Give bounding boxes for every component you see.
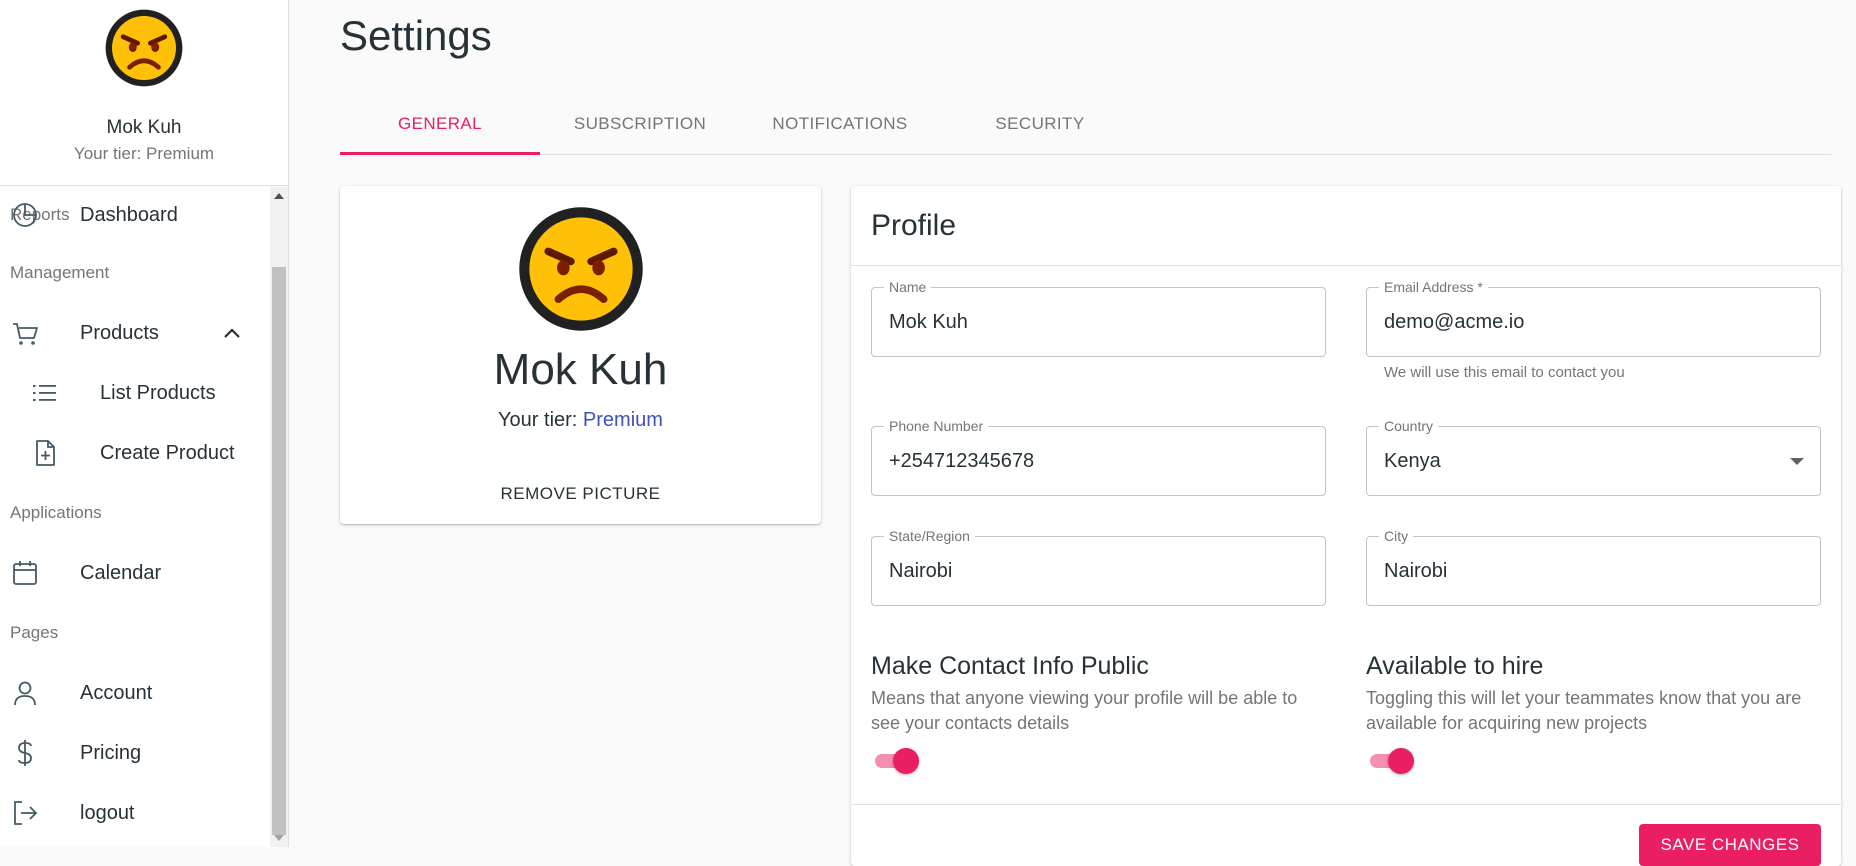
pie-chart-icon: [13, 203, 37, 227]
country-select[interactable]: Country Kenya: [1366, 418, 1821, 496]
country-label: Country: [1379, 418, 1439, 434]
country-value: Kenya: [1384, 450, 1441, 472]
logout-icon: [14, 801, 38, 825]
sidebar-item-dashboard[interactable]: Dashboard: [0, 191, 260, 239]
sidebar-item-label: Account: [80, 681, 153, 704]
settings-tabs: GENERAL SUBSCRIPTION NOTIFICATIONS SECUR…: [340, 96, 1831, 155]
cart-icon: [13, 323, 38, 345]
profile-avatar: [518, 207, 643, 331]
city-field[interactable]: City: [1366, 528, 1821, 606]
contact-public-toggle[interactable]: [871, 746, 921, 776]
form-divider: [851, 804, 1841, 805]
profile-form-card: Profile Name Email Address * We will use…: [851, 186, 1841, 866]
remove-picture-button[interactable]: REMOVE PICTURE: [490, 480, 670, 508]
sidebar-item-label: Calendar: [80, 561, 162, 584]
sidebar: Mok Kuh Your tier: Premium Reports Dashb…: [0, 0, 289, 847]
sidebar-item-account[interactable]: Account: [0, 669, 260, 717]
save-changes-button[interactable]: SAVE CHANGES: [1639, 824, 1821, 866]
phone-label: Phone Number: [884, 418, 989, 434]
profile-tier: Your tier: Premium: [340, 409, 821, 432]
section-applications: Applications: [10, 503, 102, 522]
name-label: Name: [884, 279, 932, 295]
contact-public-description: Means that anyone viewing your profile w…: [871, 688, 1298, 733]
state-input[interactable]: [889, 560, 1289, 583]
sidebar-item-label: Dashboard: [80, 203, 178, 226]
tab-notifications[interactable]: NOTIFICATIONS: [740, 96, 940, 155]
tier-label: Your tier:: [498, 409, 583, 431]
available-hire-description: Toggling this will let your teammates kn…: [1366, 688, 1802, 733]
state-label: State/Region: [884, 528, 975, 544]
state-field[interactable]: State/Region: [871, 528, 1326, 606]
city-input[interactable]: [1384, 560, 1784, 583]
sidebar-item-label: Pricing: [80, 741, 142, 764]
scrollbar-thumb[interactable]: [272, 267, 286, 835]
sidebar-item-products[interactable]: Products: [0, 309, 260, 357]
list-icon: [33, 385, 56, 401]
sidebar-item-label: Products: [80, 321, 159, 344]
available-hire-toggle[interactable]: [1366, 746, 1416, 776]
sidebar-profile: Mok Kuh Your tier: Premium: [0, 0, 288, 186]
sidebar-item-list-products[interactable]: List Products: [0, 369, 260, 417]
dropdown-arrow-icon[interactable]: [1790, 458, 1804, 465]
sidebar-nav: Reports Dashboard Management Products Li…: [0, 187, 270, 847]
tab-security[interactable]: SECURITY: [940, 96, 1140, 155]
name-input[interactable]: [889, 311, 1289, 334]
contact-public-title: Make Contact Info Public: [871, 652, 1149, 680]
profile-name: Mok Kuh: [493, 345, 668, 394]
sidebar-user-tier: Your tier: Premium: [73, 144, 215, 163]
sidebar-item-label: logout: [80, 801, 135, 824]
calendar-icon: [13, 561, 37, 585]
sidebar-user-name: Mok Kuh: [106, 117, 182, 138]
tab-subscription[interactable]: SUBSCRIPTION: [540, 96, 740, 155]
email-input[interactable]: [1384, 311, 1784, 334]
file-plus-icon: [36, 440, 55, 466]
main-content: Settings GENERAL SUBSCRIPTION NOTIFICATI…: [289, 0, 1856, 866]
avatar: [105, 9, 183, 87]
city-label: City: [1379, 528, 1414, 544]
profile-heading: Profile: [851, 186, 1841, 266]
profile-picture-card: Mok Kuh Your tier: Premium REMOVE PICTUR…: [340, 186, 821, 524]
section-management: Management: [10, 263, 110, 282]
available-hire-title: Available to hire: [1366, 652, 1544, 680]
sidebar-scrollbar[interactable]: [270, 187, 288, 847]
sidebar-item-create-product[interactable]: Create Product: [0, 429, 260, 477]
tab-general[interactable]: GENERAL: [340, 96, 540, 155]
sidebar-item-label: Create Product: [100, 441, 235, 464]
page-title: Settings: [340, 12, 492, 59]
sidebar-item-pricing[interactable]: Pricing: [0, 729, 260, 777]
toggle-thumb: [1388, 748, 1414, 774]
section-pages: Pages: [10, 623, 59, 642]
sidebar-item-logout[interactable]: logout: [0, 789, 260, 837]
dollar-icon: [18, 740, 32, 766]
phone-input[interactable]: [889, 450, 1289, 473]
email-label: Email Address *: [1379, 279, 1488, 295]
user-icon: [14, 681, 36, 706]
scroll-down-arrow-icon[interactable]: [274, 835, 284, 841]
name-field[interactable]: Name: [871, 279, 1326, 357]
email-helper-text: We will use this email to contact you: [1384, 364, 1625, 381]
tier-value: Premium: [582, 409, 663, 431]
email-field[interactable]: Email Address *: [1366, 279, 1821, 357]
scroll-up-arrow-icon[interactable]: [274, 193, 284, 199]
phone-field[interactable]: Phone Number: [871, 418, 1326, 496]
sidebar-item-calendar[interactable]: Calendar: [0, 549, 260, 597]
chevron-up-icon[interactable]: [222, 323, 242, 343]
sidebar-item-label: List Products: [100, 381, 216, 404]
toggle-thumb: [893, 748, 919, 774]
